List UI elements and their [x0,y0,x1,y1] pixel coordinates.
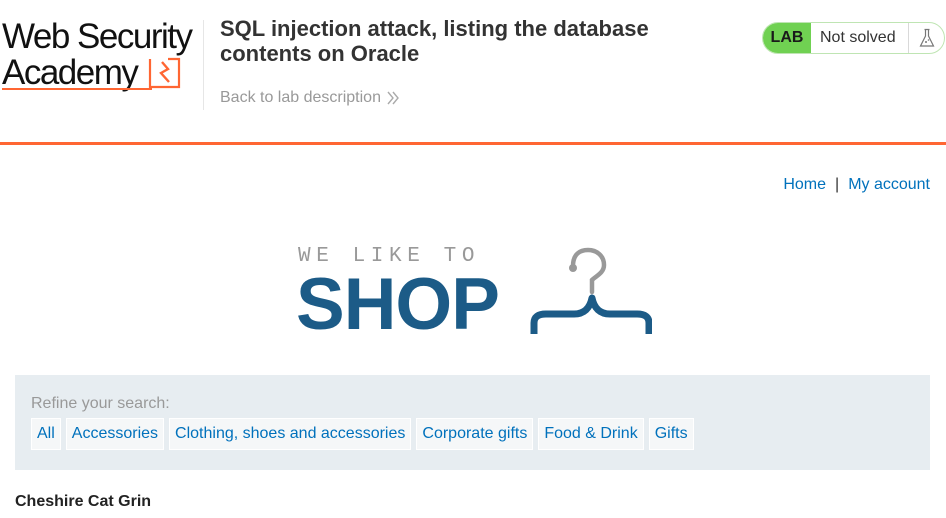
category-filters: All Accessories Clothing, shoes and acce… [31,418,694,450]
web-security-academy-logo[interactable]: Web Security Academy [2,18,202,96]
logo-line-1: Web Security [2,17,193,56]
lab-status-widget: LAB Not solved [762,22,945,54]
top-nav: Home | My account [783,176,930,194]
lab-tag: LAB [763,23,811,53]
chevron-right-double-icon [387,91,399,105]
academy-header: Web Security Academy SQL injection attac… [0,0,946,145]
filter-panel: Refine your search: All Accessories Clot… [15,375,930,470]
shop-logo-word: SHOP [296,264,500,345]
hanger-icon [530,247,652,334]
back-to-lab-description-link[interactable]: Back to lab description [220,89,400,107]
filter-food-drink[interactable]: Food & Drink [538,418,644,450]
filter-accessories[interactable]: Accessories [65,418,165,450]
logo-line-2: Academy [2,53,139,92]
home-link[interactable]: Home [783,176,826,193]
lab-title: SQL injection attack, listing the databa… [220,16,649,66]
filter-clothing-shoes-accessories[interactable]: Clothing, shoes and accessories [169,418,412,450]
lab-status-text: Not solved [811,23,909,53]
filter-label: Refine your search: [31,395,170,412]
header-divider [203,20,204,110]
my-account-link[interactable]: My account [848,176,930,193]
logo-underline [2,88,152,90]
filter-all[interactable]: All [31,418,61,450]
filter-corporate-gifts[interactable]: Corporate gifts [416,418,534,450]
flask-icon [909,23,944,53]
academy-mark-icon [148,57,181,89]
product-title[interactable]: Cheshire Cat Grin [15,493,151,511]
nav-separator: | [835,176,840,193]
back-link-label: Back to lab description [220,89,381,106]
filter-gifts[interactable]: Gifts [648,418,694,450]
shop-logo: WE LIKE TO SHOP [296,244,652,345]
